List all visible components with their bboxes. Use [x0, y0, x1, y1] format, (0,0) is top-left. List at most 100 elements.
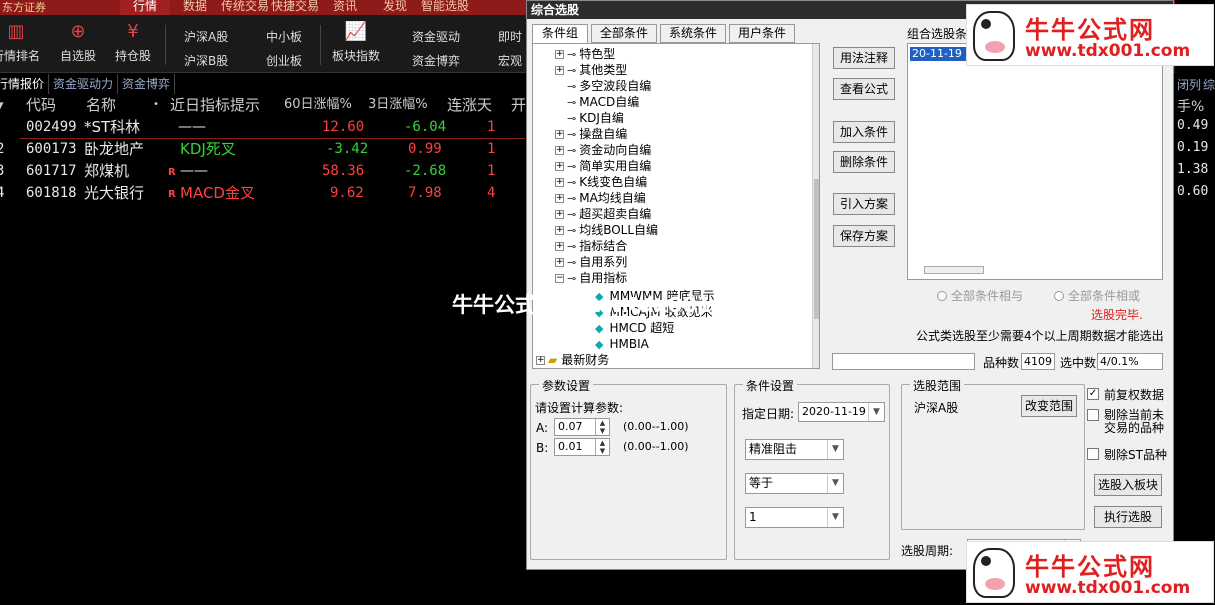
header-name[interactable]: 名称: [86, 94, 116, 116]
param-b-spinner[interactable]: 0.01 ▲ ▼: [554, 438, 610, 456]
condition-tree[interactable]: + ⊸ 特色型 + ⊸ 其他类型 ⊸ 多空波段自编 ⊸ MACD自编 ⊸ KDJ自编 + ⊸ 操盘…: [532, 43, 820, 369]
change-range-button[interactable]: 改变范围: [1021, 395, 1077, 417]
header-sort-arrow[interactable]: ▾: [0, 94, 4, 116]
chevron-down-icon[interactable]: ▼: [827, 474, 843, 493]
tree-item[interactable]: ◆ HMBIA: [595, 336, 649, 352]
param-a-spinner[interactable]: 0.07 ▲ ▼: [554, 418, 610, 436]
save-plan-button[interactable]: 保存方案: [833, 225, 895, 247]
add-condition-button[interactable]: 加入条件: [833, 121, 895, 143]
chevron-down-icon[interactable]: ▼: [868, 403, 884, 421]
tab-composite[interactable]: 综: [1203, 76, 1215, 93]
tab-user-conditions[interactable]: 用户条件: [729, 24, 795, 43]
tree-item[interactable]: + ⊸ 特色型: [555, 46, 615, 62]
menu-data[interactable]: 数据: [170, 0, 220, 15]
header-up-days[interactable]: 连涨天: [447, 94, 492, 116]
operator-select[interactable]: 等于 ▼: [745, 473, 844, 494]
tab-quotes[interactable]: 行情报价: [0, 74, 50, 94]
date-picker[interactable]: 2020-11-19 ▼: [798, 402, 885, 422]
value-select[interactable]: 1 ▼: [745, 507, 844, 528]
menu-smart-pick[interactable]: 智能选股: [420, 0, 470, 15]
indicator-hint: ——: [178, 119, 206, 135]
tree-item[interactable]: ⊸ KDJ自编: [567, 110, 624, 126]
checkbox-box[interactable]: [1087, 448, 1099, 460]
execute-screening-button[interactable]: 执行选股: [1094, 506, 1162, 528]
tree-item[interactable]: ⊸ 多空波段自编: [567, 78, 651, 94]
tab-fund-game[interactable]: 资金博弈: [118, 74, 176, 94]
tree-item[interactable]: ◆ HMCD 超短: [595, 320, 674, 336]
chevron-down-icon[interactable]: ▼: [827, 440, 843, 459]
radio-and[interactable]: 全部条件相与: [937, 287, 1023, 304]
board-index-button[interactable]: 📈 板块指数: [326, 21, 386, 64]
watchlist-button[interactable]: ⊕ 自选股: [48, 21, 108, 64]
ranking-button[interactable]: ▥ 行情排名: [0, 21, 46, 64]
combo-conditions-list[interactable]: 20-11-19 HMCD: [907, 43, 1163, 280]
header-turnover[interactable]: 手%: [1177, 96, 1204, 116]
expand-icon[interactable]: +: [536, 356, 545, 365]
tree-item[interactable]: + ⊸ 超买超卖自编: [555, 206, 651, 222]
expand-icon[interactable]: +: [555, 130, 564, 139]
checkbox-box[interactable]: [1087, 409, 1099, 421]
menu-quotes[interactable]: 行情: [120, 0, 170, 15]
tree-item[interactable]: + ⊸ 指标结合: [555, 238, 627, 254]
scrollbar-thumb[interactable]: [814, 179, 819, 319]
header-60d-change[interactable]: 60日涨幅%: [284, 94, 352, 116]
link-instant[interactable]: 即时: [498, 28, 522, 45]
expand-icon[interactable]: +: [555, 242, 564, 251]
tree-scrollbar[interactable]: [812, 44, 819, 368]
tree-item[interactable]: + ⊸ K线变色自编: [555, 174, 647, 190]
expand-icon[interactable]: +: [555, 210, 564, 219]
menu-trade[interactable]: 传统交易: [220, 0, 270, 15]
header-indicator-hint[interactable]: 近日指标提示: [170, 94, 260, 116]
link-sh-sz-a[interactable]: 沪深A股: [184, 28, 228, 45]
expand-icon[interactable]: +: [555, 50, 564, 59]
collapse-icon[interactable]: −: [555, 274, 564, 283]
tree-item[interactable]: + ▰ 最新财务: [536, 352, 609, 368]
tab-system-conditions[interactable]: 系统条件: [660, 24, 726, 43]
chevron-down-icon[interactable]: ▼: [827, 508, 843, 527]
tab-fund-drive[interactable]: 资金驱动力: [49, 74, 119, 94]
header-open[interactable]: 开: [511, 94, 526, 116]
menu-news[interactable]: 资讯: [320, 0, 370, 15]
spinner-arrows-icon[interactable]: ▲ ▼: [595, 439, 609, 455]
holdings-button[interactable]: ¥ 持仓股: [103, 21, 163, 64]
expand-icon[interactable]: +: [555, 258, 564, 267]
tree-item[interactable]: + ⊸ 简单实用自编: [555, 158, 651, 174]
menu-quick-trade[interactable]: 快捷交易: [270, 0, 320, 15]
expand-icon[interactable]: +: [555, 178, 564, 187]
tree-item[interactable]: + ⊸ 自用系列: [555, 254, 627, 270]
checkbox-box[interactable]: ✓: [1087, 388, 1099, 400]
usage-notes-button[interactable]: 用法注释: [833, 47, 895, 69]
add-to-block-button[interactable]: 选股入板块: [1094, 474, 1162, 496]
tree-item[interactable]: + ⊸ 资金动向自编: [555, 142, 651, 158]
link-macro[interactable]: 宏观: [498, 52, 522, 69]
tree-item[interactable]: + ⊸ 均线BOLL自编: [555, 222, 658, 238]
tree-item[interactable]: + ⊸ 操盘自编: [555, 126, 627, 142]
tab-condition-group[interactable]: 条件组: [532, 24, 588, 43]
tree-item[interactable]: + ⊸ MA均线自编: [555, 190, 646, 206]
indicator-select[interactable]: 精准阻击 ▼: [745, 439, 844, 460]
link-sh-sz-b[interactable]: 沪深B股: [184, 52, 228, 69]
link-gem-board[interactable]: 创业板: [266, 52, 302, 69]
expand-icon[interactable]: +: [555, 194, 564, 203]
spinner-arrows-icon[interactable]: ▲ ▼: [595, 419, 609, 435]
tab-columns[interactable]: 闭列: [1177, 76, 1201, 93]
radio-or[interactable]: 全部条件相或: [1054, 287, 1140, 304]
view-formula-button[interactable]: 查看公式: [833, 78, 895, 100]
combo-hscroll-thumb[interactable]: [924, 266, 984, 274]
menu-discover[interactable]: 发现: [370, 0, 420, 15]
link-fund-drive[interactable]: 资金驱动: [412, 28, 460, 45]
expand-icon[interactable]: +: [555, 66, 564, 75]
header-3d-change[interactable]: 3日涨幅%: [368, 94, 428, 116]
expand-icon[interactable]: +: [555, 146, 564, 155]
delete-condition-button[interactable]: 删除条件: [833, 151, 895, 173]
header-code[interactable]: 代码: [26, 94, 56, 116]
import-plan-button[interactable]: 引入方案: [833, 193, 895, 215]
tab-all-conditions[interactable]: 全部条件: [591, 24, 657, 43]
link-sme-board[interactable]: 中小板: [266, 28, 302, 45]
tree-item[interactable]: ⊸ MACD自编: [567, 94, 639, 110]
tree-item[interactable]: − ⊸ 自用指标: [555, 270, 627, 286]
link-fund-game[interactable]: 资金博弈: [412, 52, 460, 69]
expand-icon[interactable]: +: [555, 162, 564, 171]
expand-icon[interactable]: +: [555, 226, 564, 235]
tree-item[interactable]: + ⊸ 其他类型: [555, 62, 627, 78]
